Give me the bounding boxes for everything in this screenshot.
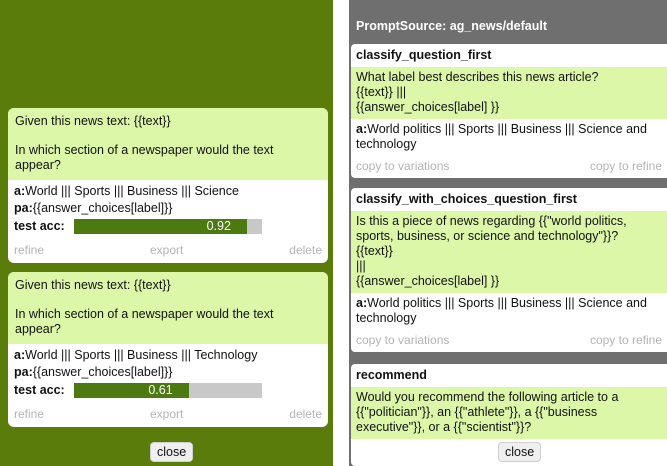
pa-label: pa: xyxy=(14,201,33,215)
export-button[interactable]: export xyxy=(150,407,183,421)
prompt-line: {{answer_choices[label] }} xyxy=(356,274,500,288)
accuracy-bar-fill: 0.61 xyxy=(74,382,189,398)
answer-choices-row: a:World politics ||| Sports ||| Business… xyxy=(351,119,667,154)
prompt-line: Given this news text: {{text}} xyxy=(15,278,171,292)
copy-to-refine-button[interactable]: copy to refine xyxy=(590,159,662,173)
answer-value: World politics ||| Sports ||| Business |… xyxy=(356,122,647,151)
template-card: classify_question_first What label best … xyxy=(351,44,667,178)
test-accuracy-row: test acc: 0.61 xyxy=(8,381,328,401)
template-card: classify_with_choices_question_first Is … xyxy=(351,188,667,352)
template-prompt: Would you recommend the following articl… xyxy=(351,387,667,439)
accuracy-bar: 0.61 xyxy=(74,382,262,398)
test-acc-label: test acc: xyxy=(14,383,65,397)
export-button[interactable]: export xyxy=(150,243,183,257)
answer-label: a: xyxy=(356,296,368,310)
refine-button[interactable]: refine xyxy=(14,407,44,421)
prompt-text: Given this news text: {{text}} In which … xyxy=(8,108,328,180)
accuracy-bar-fill: 0.92 xyxy=(74,218,247,234)
delete-button[interactable]: delete xyxy=(289,407,322,421)
prompt-line: {{answer_choices[label] }} xyxy=(356,100,500,114)
prompt-line: Is this a piece of news regarding {{"wor… xyxy=(356,214,627,243)
template-title: classify_with_choices_question_first xyxy=(356,192,577,206)
template-title: recommend xyxy=(356,368,427,382)
copy-to-variations-button[interactable]: copy to variations xyxy=(356,159,449,173)
prompt-line: Would you recommend the following articl… xyxy=(356,390,619,434)
prompt-question: In which section of a newspaper would th… xyxy=(15,143,274,172)
answer-label: a: xyxy=(14,184,26,198)
panel-header: PromptSource: ag_news/default xyxy=(349,12,667,42)
card-actions: refine export delete xyxy=(8,401,328,427)
template-prompt: What label best describes this news arti… xyxy=(351,67,667,119)
close-button[interactable]: close xyxy=(150,442,194,462)
pa-label: pa: xyxy=(14,365,33,379)
answer-value: World ||| Sports ||| Business ||| Scienc… xyxy=(25,184,239,198)
answer-choices-row: a:World politics ||| Sports ||| Business… xyxy=(351,293,667,328)
template-prompt: Is this a piece of news regarding {{"wor… xyxy=(351,211,667,293)
left-panel: Given this news text: {{text}} In which … xyxy=(0,0,333,466)
prompt-line: Given this news text: {{text}} xyxy=(15,114,171,128)
copy-to-variations-button[interactable]: copy to variations xyxy=(356,333,449,347)
pa-value: {{answer_choices[label]}} xyxy=(32,201,173,215)
test-accuracy-row: test acc: 0.92 xyxy=(8,217,328,237)
card-actions: refine export delete xyxy=(8,237,328,263)
right-panel: PromptSource: ag_news/default classify_q… xyxy=(349,0,667,466)
answer-value: World politics ||| Sports ||| Business |… xyxy=(356,296,647,325)
answer-choices-row: a:World ||| Sports ||| Business ||| Tech… xyxy=(8,347,328,364)
test-acc-label: test acc: xyxy=(14,219,65,233)
answer-choices-row: a:World ||| Sports ||| Business ||| Scie… xyxy=(8,183,328,200)
card-actions: copy to variations copy to refine xyxy=(351,328,667,352)
accuracy-bar: 0.92 xyxy=(74,218,262,234)
refine-button[interactable]: refine xyxy=(14,243,44,257)
answer-label: a: xyxy=(356,122,368,136)
pa-value: {{answer_choices[label]}} xyxy=(32,365,173,379)
prompt-line: {{text}} xyxy=(356,244,393,258)
template-title: classify_question_first xyxy=(356,48,492,62)
prompt-text: Given this news text: {{text}} In which … xyxy=(8,272,328,344)
delete-button[interactable]: delete xyxy=(289,243,322,257)
prompt-card: Given this news text: {{text}} In which … xyxy=(8,272,328,427)
prompt-card: Given this news text: {{text}} In which … xyxy=(8,108,328,263)
prompt-line: {{text}} ||| xyxy=(356,85,407,99)
prompt-line: What label best describes this news arti… xyxy=(356,70,599,84)
copy-to-refine-button[interactable]: copy to refine xyxy=(590,333,662,347)
close-button[interactable]: close xyxy=(498,442,542,462)
answer-value: World ||| Sports ||| Business ||| Techno… xyxy=(25,348,258,362)
pa-row: pa:{{answer_choices[label]}} xyxy=(8,364,328,381)
prompt-question: In which section of a newspaper would th… xyxy=(15,307,274,336)
answer-label: a: xyxy=(14,348,26,362)
pa-row: pa:{{answer_choices[label]}} xyxy=(8,200,328,217)
prompt-line: ||| xyxy=(356,259,366,273)
card-actions: copy to variations copy to refine xyxy=(351,154,667,178)
